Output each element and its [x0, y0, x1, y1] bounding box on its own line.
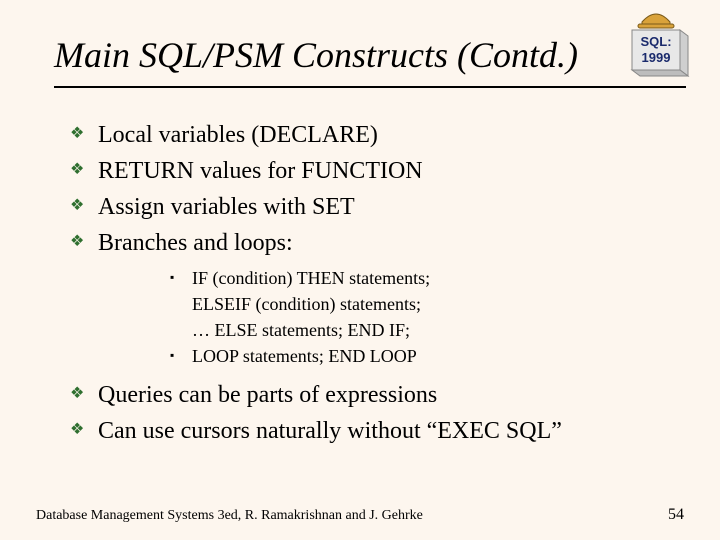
- page-number: 54: [668, 506, 684, 524]
- sub-bullet-text: … ELSE statements; END IF;: [192, 318, 410, 342]
- bullet-text: Assign variables with SET: [98, 192, 355, 222]
- sub-bullet-text: ELSEIF (condition) statements;: [192, 292, 421, 316]
- sql-1999-logo: SQL: 1999: [620, 8, 692, 78]
- bullet-text: RETURN values for FUNCTION: [98, 156, 423, 186]
- square-bullet-icon: ▪: [170, 266, 192, 288]
- sub-bullet-cont: … ELSE statements; END IF;: [170, 318, 680, 342]
- bullet-text: Branches and loops:: [98, 228, 293, 258]
- diamond-bullet-icon: ❖: [70, 228, 98, 256]
- bullet-text: Queries can be parts of expressions: [98, 380, 437, 410]
- content-area: ❖ Local variables (DECLARE) ❖ RETURN val…: [70, 120, 680, 452]
- diamond-bullet-icon: ❖: [70, 120, 98, 148]
- sub-bullet-text: LOOP statements; END LOOP: [192, 344, 417, 368]
- footer-citation: Database Management Systems 3ed, R. Rama…: [36, 508, 423, 524]
- diamond-bullet-icon: ❖: [70, 380, 98, 408]
- slide-title: Main SQL/PSM Constructs (Contd.): [54, 34, 640, 76]
- bullet-item: ❖ Branches and loops:: [70, 228, 680, 258]
- diamond-bullet-icon: ❖: [70, 416, 98, 444]
- bullet-item: ❖ Local variables (DECLARE): [70, 120, 680, 150]
- bullet-item: ❖ Assign variables with SET: [70, 192, 680, 222]
- sub-bullet-item: ▪ LOOP statements; END LOOP: [170, 344, 680, 368]
- bullet-item: ❖ Queries can be parts of expressions: [70, 380, 680, 410]
- bullet-text: Can use cursors naturally without “EXEC …: [98, 416, 562, 446]
- bullet-text: Local variables (DECLARE): [98, 120, 378, 150]
- logo-text-1: SQL:: [640, 34, 671, 49]
- title-underline: [54, 86, 686, 88]
- sub-bullet-cont: ELSEIF (condition) statements;: [170, 292, 680, 316]
- slide: Main SQL/PSM Constructs (Contd.) SQL: 19…: [0, 0, 720, 540]
- bullet-item: ❖ RETURN values for FUNCTION: [70, 156, 680, 186]
- diamond-bullet-icon: ❖: [70, 156, 98, 184]
- square-bullet-icon: ▪: [170, 344, 192, 366]
- sub-list: ▪ IF (condition) THEN statements; ELSEIF…: [170, 266, 680, 368]
- diamond-bullet-icon: ❖: [70, 192, 98, 220]
- bullet-item: ❖ Can use cursors naturally without “EXE…: [70, 416, 680, 446]
- logo-text-2: 1999: [642, 50, 671, 65]
- sub-bullet-text: IF (condition) THEN statements;: [192, 266, 430, 290]
- sub-bullet-item: ▪ IF (condition) THEN statements;: [170, 266, 680, 290]
